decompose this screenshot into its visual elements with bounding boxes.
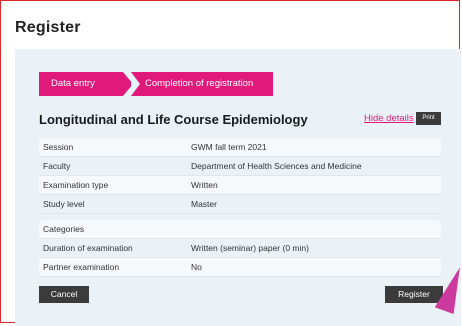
row-label: Session — [43, 142, 74, 152]
row-value: Written — [191, 180, 218, 190]
row-label: Study level — [43, 199, 85, 209]
row-value — [191, 220, 441, 238]
cancel-button[interactable]: Cancel — [39, 286, 89, 303]
row-label: Categories — [43, 224, 85, 234]
step-completion[interactable]: Completion of registration — [131, 72, 273, 96]
table-row: Session GWM fall term 2021 — [39, 138, 441, 157]
hide-details-link[interactable]: Hide details — [364, 113, 414, 124]
row-value: GWM fall term 2021 — [191, 142, 267, 152]
registration-panel: Data entry Completion of registration Lo… — [15, 49, 461, 326]
row-value: Master — [191, 199, 217, 209]
table-row: Faculty Department of Health Sciences an… — [39, 157, 441, 176]
table-row: Duration of examination Written (seminar… — [39, 239, 441, 258]
row-label: Examination type — [43, 180, 109, 190]
row-value: No — [191, 262, 202, 272]
details-table: Session GWM fall term 2021 Faculty Depar… — [39, 138, 441, 277]
table-row: Examination type Written — [39, 176, 441, 195]
table-row: Partner examination No — [39, 258, 441, 277]
register-button[interactable]: Register — [385, 286, 443, 303]
row-value: Written (seminar) paper (0 min) — [191, 243, 309, 253]
row-label: Faculty — [43, 161, 71, 171]
dialog-title: Register — [15, 19, 81, 36]
row-value: Department of Health Sciences and Medici… — [191, 161, 362, 171]
row-label: Duration of examination — [43, 243, 133, 253]
course-title: Longitudinal and Life Course Epidemiolog… — [39, 112, 308, 127]
table-row: Study level Master — [39, 195, 441, 214]
step-data-entry[interactable]: Data entry — [39, 72, 133, 96]
register-dialog: Register Data entry Completion of regist… — [0, 0, 461, 326]
progress-steps: Data entry Completion of registration — [39, 72, 273, 96]
table-row: Categories — [39, 220, 441, 239]
row-label: Partner examination — [43, 262, 120, 272]
print-button[interactable]: Print — [416, 112, 441, 125]
